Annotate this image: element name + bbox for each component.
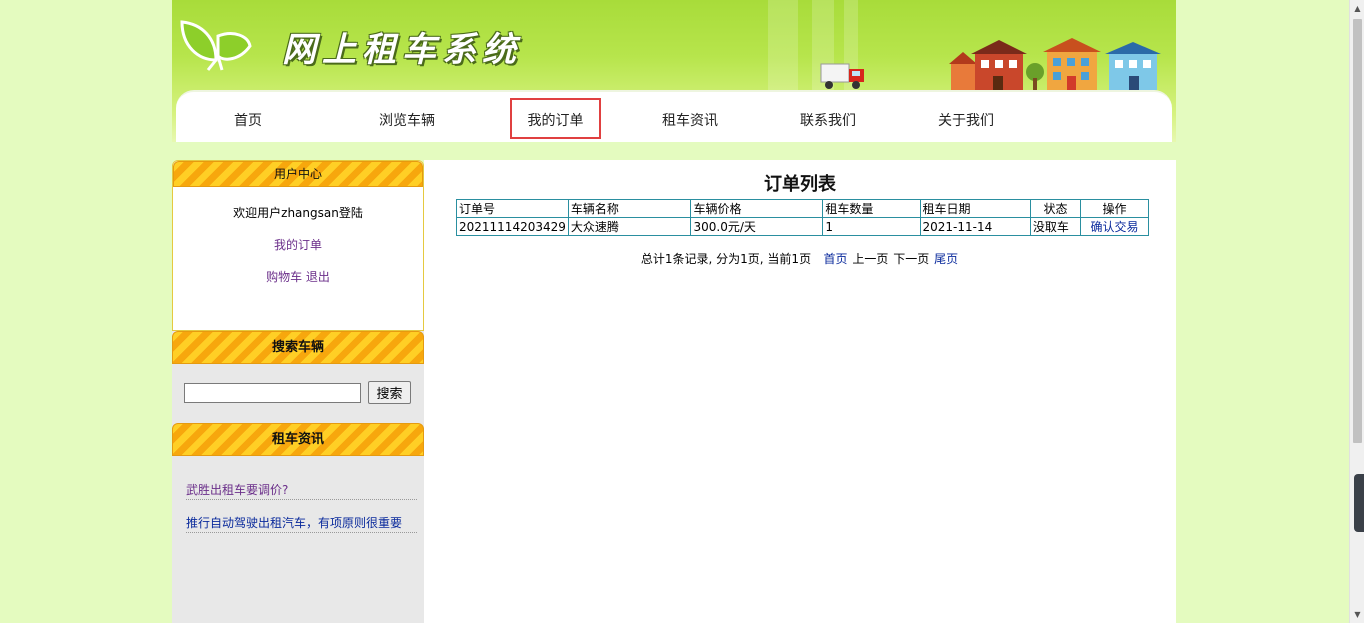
my-orders-link[interactable]: 我的订单: [274, 238, 322, 252]
pagination: 总计1条记录, 分为1页, 当前1页 首页 上一页 下一页 尾页: [424, 250, 1176, 267]
news-item[interactable]: 推行自动驾驶出租汽车，有项原则很重要: [186, 514, 417, 533]
first-page-link[interactable]: 首页: [824, 252, 848, 266]
table-row: 20211114203429 大众速腾 300.0元/天 1 2021-11-1…: [456, 217, 1149, 236]
main-content: 订单列表 订单号 车辆名称 车辆价格 租车数量 租车日期 状态 操作 20211…: [424, 160, 1176, 623]
logout-link[interactable]: 退出: [306, 270, 330, 284]
leaf-logo-icon: [180, 20, 252, 71]
table-header-row: 订单号 车辆名称 车辆价格 租车数量 租车日期 状态 操作: [456, 199, 1149, 218]
scroll-up-icon[interactable]: ▲: [1350, 0, 1364, 17]
search-input[interactable]: [184, 382, 361, 403]
next-page-text: 下一页: [893, 252, 930, 266]
column-header: 状态: [1029, 199, 1082, 218]
nav-browse-cars[interactable]: 浏览车辆: [352, 110, 462, 130]
order-number-cell: 20211114203429: [456, 217, 569, 236]
rental-news-title: 租车资讯: [172, 423, 424, 456]
truck-icon: [820, 63, 864, 89]
prev-page-text: 上一页: [852, 252, 889, 266]
scroll-down-icon[interactable]: ▼: [1350, 606, 1364, 623]
search-cars-box: 搜索车辆 搜索: [172, 331, 424, 423]
nav-about-us[interactable]: 关于我们: [911, 110, 1021, 130]
nav-home[interactable]: 首页: [193, 110, 303, 130]
welcome-text: 欢迎用户zhangsan登陆: [233, 206, 363, 220]
rental-date-cell: 2021-11-14: [919, 217, 1031, 236]
sidebar: 用户中心 欢迎用户zhangsan登陆 我的订单 购物车 退出 搜索车辆 搜索 …: [172, 160, 424, 623]
action-cell: 确认交易: [1080, 217, 1149, 236]
column-header: 操作: [1080, 199, 1149, 218]
site-header: 网上租车系统 首页 浏览车辆 我的订单 租车资讯 联系我们 关于我们: [172, 0, 1176, 142]
user-center-title: 用户中心: [173, 161, 423, 187]
cart-link[interactable]: 购物车: [266, 270, 302, 284]
column-header: 车辆价格: [690, 199, 824, 218]
houses-illustration-icon: [949, 38, 1161, 90]
orders-table: 订单号 车辆名称 车辆价格 租车数量 租车日期 状态 操作 2021111420…: [456, 199, 1149, 236]
main-nav: 首页 浏览车辆 我的订单 租车资讯 联系我们 关于我们: [176, 90, 1172, 142]
status-cell: 没取车: [1029, 217, 1082, 236]
column-header: 租车数量: [822, 199, 921, 218]
search-cars-title: 搜索车辆: [172, 331, 424, 364]
nav-rental-news[interactable]: 租车资讯: [635, 110, 745, 130]
rental-quantity-cell: 1: [822, 217, 921, 236]
car-price-cell: 300.0元/天: [690, 217, 824, 236]
header-light-stripe: [768, 0, 798, 92]
page-title: 订单列表: [764, 174, 836, 195]
user-center-box: 用户中心 欢迎用户zhangsan登陆 我的订单 购物车 退出: [172, 160, 424, 331]
side-widget-tab[interactable]: [1354, 474, 1364, 532]
scrollbar-thumb[interactable]: [1353, 19, 1362, 443]
pagination-summary: 总计1条记录, 分为1页, 当前1页: [640, 252, 812, 266]
site-title: 网上租车系统: [282, 30, 522, 70]
search-button[interactable]: 搜索: [368, 381, 411, 404]
page-container: 网上租车系统 首页 浏览车辆 我的订单 租车资讯 联系我们 关于我们 用户中心 …: [172, 0, 1176, 623]
confirm-transaction-link[interactable]: 确认交易: [1091, 220, 1139, 234]
column-header: 订单号: [456, 199, 569, 218]
rental-news-box: 租车资讯 武胜出租车要调价? 推行自动驾驶出租汽车，有项原则很重要: [172, 423, 424, 623]
nav-contact-us[interactable]: 联系我们: [773, 110, 883, 130]
column-header: 车辆名称: [567, 199, 692, 218]
news-item[interactable]: 武胜出租车要调价?: [186, 481, 417, 500]
column-header: 租车日期: [919, 199, 1031, 218]
car-name-cell: 大众速腾: [567, 217, 692, 236]
nav-my-orders[interactable]: 我的订单: [510, 98, 601, 139]
last-page-link[interactable]: 尾页: [934, 252, 958, 266]
